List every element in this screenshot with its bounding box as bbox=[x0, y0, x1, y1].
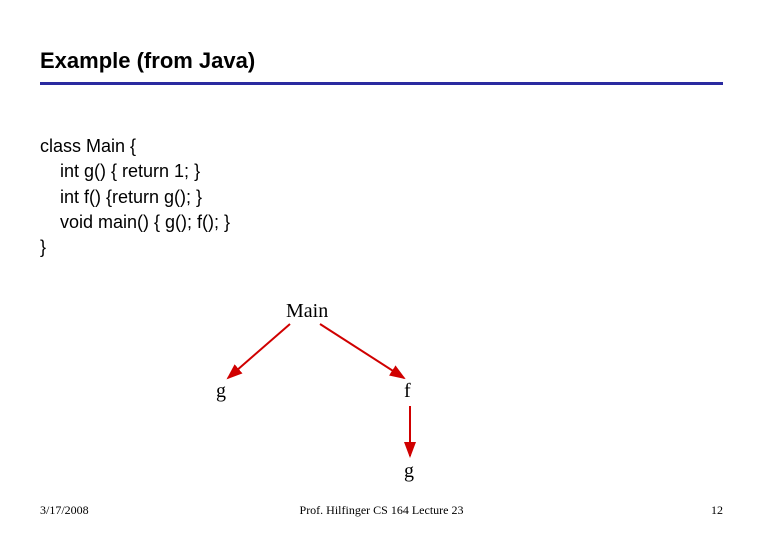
node-g-bottom: g bbox=[404, 460, 414, 483]
code-line: class Main { bbox=[40, 136, 136, 156]
node-main: Main bbox=[286, 300, 328, 323]
code-line: int f() {return g(); } bbox=[40, 187, 202, 207]
call-diagram: Main g f g bbox=[0, 300, 763, 500]
title-underline bbox=[40, 82, 723, 85]
code-line: void main() { g(); f(); } bbox=[40, 212, 230, 232]
code-line: } bbox=[40, 237, 46, 257]
arrow-main-to-f bbox=[320, 324, 404, 378]
code-block: class Main { int g() { return 1; } int f… bbox=[40, 109, 723, 260]
code-line: int g() { return 1; } bbox=[40, 161, 200, 181]
footer-page: 12 bbox=[711, 503, 723, 518]
node-f: f bbox=[404, 380, 411, 403]
footer-center: Prof. Hilfinger CS 164 Lecture 23 bbox=[300, 503, 464, 518]
node-g-left: g bbox=[216, 380, 226, 403]
slide-title: Example (from Java) bbox=[40, 48, 723, 74]
arrow-main-to-g bbox=[228, 324, 290, 378]
slide-footer: 3/17/2008 Prof. Hilfinger CS 164 Lecture… bbox=[0, 503, 763, 518]
slide: Example (from Java) class Main { int g()… bbox=[0, 0, 763, 540]
footer-date: 3/17/2008 bbox=[40, 503, 89, 518]
arrows-svg bbox=[0, 300, 763, 500]
